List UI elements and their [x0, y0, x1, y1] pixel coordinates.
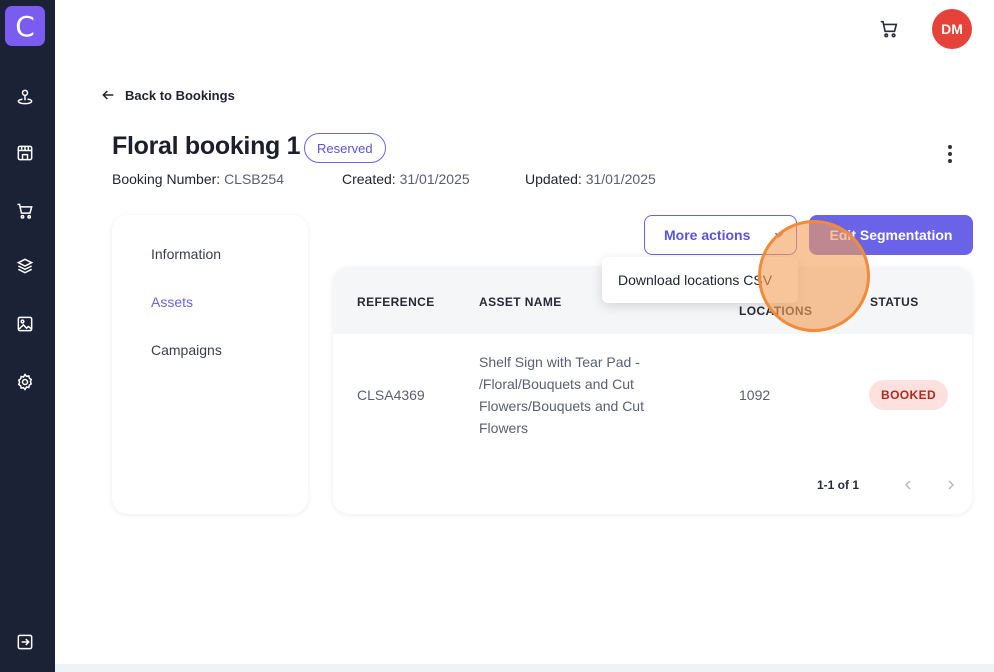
booking-number: Booking Number: CLSB254: [112, 171, 284, 187]
updated-value: 31/01/2025: [585, 171, 656, 187]
arrow-left-icon: [102, 90, 114, 100]
column-header-asset-name: ASSET NAME: [479, 295, 562, 309]
more-actions-button[interactable]: More actions: [644, 215, 797, 255]
sidebar: C: [0, 0, 55, 672]
booking-number-value: CLSB254: [224, 171, 284, 187]
created-label: Created:: [342, 171, 396, 187]
kebab-dot: [948, 152, 952, 156]
logo-letter: C: [15, 9, 35, 43]
asset-name-line: /Floral/Bouquets and Cut: [479, 376, 634, 392]
app-logo[interactable]: C: [5, 6, 45, 46]
cell-asset-name: Shelf Sign with Tear Pad - /Floral/Bouqu…: [479, 351, 709, 439]
edit-segmentation-button[interactable]: Edit Segmentation: [809, 215, 973, 255]
avatar-initials: DM: [941, 21, 963, 37]
logout-icon: [17, 634, 33, 650]
column-header-status: STATUS: [870, 295, 919, 309]
booking-number-label: Booking Number:: [112, 171, 221, 187]
status-badge-label: Reserved: [317, 140, 373, 156]
created-date: Created: 31/01/2025: [342, 171, 470, 187]
sidebar-item-layers[interactable]: [13, 254, 37, 278]
next-page-button[interactable]: [940, 474, 962, 496]
assets-table: REFERENCE ASSET NAME LOCATIONS STATUS CL…: [333, 267, 972, 514]
kebab-dot: [948, 159, 952, 163]
home-pin-icon: [17, 89, 33, 105]
image-icon: [17, 316, 33, 332]
back-to-bookings-link[interactable]: Back to Bookings: [100, 87, 235, 103]
more-options-button[interactable]: [940, 142, 960, 166]
previous-page-button[interactable]: [897, 474, 919, 496]
section-nav-assets[interactable]: Assets: [151, 294, 193, 310]
sidebar-item-cart[interactable]: [13, 199, 37, 223]
more-actions-label: More actions: [664, 227, 751, 243]
booked-status-label: BOOKED: [881, 388, 937, 402]
sidebar-item-store[interactable]: [13, 141, 37, 165]
updated-date: Updated: 31/01/2025: [525, 171, 656, 187]
cart-icon: [880, 20, 898, 38]
pagination-range: 1-1 of 1: [817, 478, 860, 492]
cell-reference: CLSA4369: [357, 387, 425, 403]
sidebar-item-home[interactable]: [13, 85, 37, 109]
booking-section-nav: Information Assets Campaigns: [112, 215, 308, 514]
sidebar-item-media[interactable]: [13, 312, 37, 336]
back-link-label: Back to Bookings: [125, 87, 235, 103]
booked-status-badge: BOOKED: [869, 380, 949, 410]
asset-name-line: Flowers/Bouquets and Cut: [479, 398, 644, 414]
settings-icon: [17, 373, 33, 391]
page-title: Floral booking 1: [112, 132, 301, 160]
logout-button[interactable]: [13, 630, 37, 654]
column-header-locations: LOCATIONS: [739, 304, 813, 318]
cart-icon: [17, 203, 33, 219]
created-value: 31/01/2025: [399, 171, 470, 187]
footer-strip: [55, 664, 994, 672]
user-avatar[interactable]: DM: [932, 9, 972, 49]
section-nav-information[interactable]: Information: [151, 246, 221, 262]
asset-name-line: Flowers: [479, 420, 529, 436]
cell-locations: 1092: [739, 387, 771, 403]
sidebar-item-settings[interactable]: [13, 370, 37, 394]
status-badge: Reserved: [304, 133, 386, 163]
download-locations-csv-menu-item[interactable]: Download locations CSV: [602, 257, 798, 303]
edit-segmentation-label: Edit Segmentation: [829, 227, 953, 243]
header-cart-button[interactable]: [878, 18, 900, 40]
dropdown-item-label: Download locations CSV: [618, 272, 773, 288]
kebab-dot: [948, 145, 952, 149]
store-icon: [17, 145, 33, 161]
chevron-down-icon: [775, 232, 784, 238]
layers-icon: [16, 258, 34, 274]
column-header-reference: REFERENCE: [357, 295, 435, 309]
section-nav-campaigns[interactable]: Campaigns: [151, 342, 222, 358]
updated-label: Updated:: [525, 171, 582, 187]
chevron-right-icon: [948, 480, 955, 490]
chevron-left-icon: [904, 480, 911, 490]
asset-name-line: Shelf Sign with Tear Pad -: [479, 354, 640, 370]
